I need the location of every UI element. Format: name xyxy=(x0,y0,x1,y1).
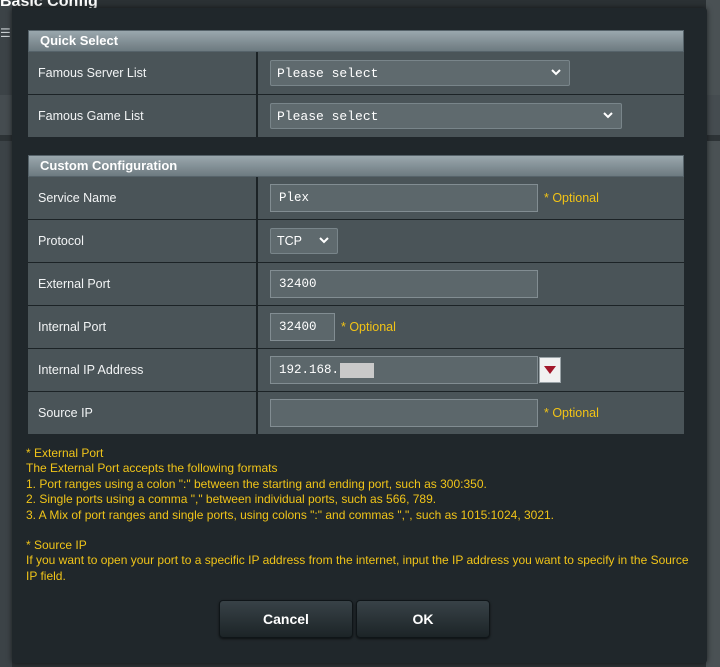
source-ip-note-title: * Source IP xyxy=(26,538,87,553)
internal-ip-input[interactable]: 192.168. xyxy=(270,356,538,384)
chevron-down-icon xyxy=(602,109,614,121)
internal-ip-row: Internal IP Address 192.168. xyxy=(28,349,684,392)
service-name-input[interactable]: Plex xyxy=(270,184,538,212)
chevron-down-icon xyxy=(550,66,562,78)
external-port-note-3: 3. A Mix of port ranges and single ports… xyxy=(26,507,555,522)
dropdown-arrow-icon xyxy=(544,366,556,374)
source-ip-input[interactable] xyxy=(270,399,538,427)
custom-configuration-section: Custom Configuration Service Name Plex *… xyxy=(28,155,684,434)
internal-port-row: Internal Port 32400 * Optional xyxy=(28,306,684,349)
help-notes: * External Port The External Port accept… xyxy=(26,446,696,584)
external-port-row: External Port 32400 xyxy=(28,263,684,306)
internal-ip-label: Internal IP Address xyxy=(28,349,258,391)
chevron-down-icon xyxy=(318,234,330,246)
redacted-ip-block xyxy=(340,362,375,378)
external-port-note-2: 2. Single ports using a comma "," betwee… xyxy=(26,492,437,507)
ok-button[interactable]: OK xyxy=(356,600,490,638)
external-port-note-intro: The External Port accepts the following … xyxy=(26,461,278,476)
external-port-input[interactable]: 32400 xyxy=(270,270,538,298)
source-ip-optional-hint: * Optional xyxy=(544,406,599,420)
port-forwarding-dialog: Quick Select Famous Server List Please s… xyxy=(12,8,707,663)
protocol-row: Protocol TCP xyxy=(28,220,684,263)
internal-port-optional-hint: * Optional xyxy=(341,320,396,334)
internal-port-label: Internal Port xyxy=(28,306,258,348)
service-name-optional-hint: * Optional xyxy=(544,191,599,205)
source-ip-label: Source IP xyxy=(28,392,258,434)
famous-server-row: Famous Server List Please select xyxy=(28,52,684,95)
source-ip-note-text: If you want to open your port to a speci… xyxy=(26,553,689,583)
quick-select-header: Quick Select xyxy=(28,30,684,52)
custom-configuration-header: Custom Configuration xyxy=(28,155,684,177)
external-port-note-1: 1. Port ranges using a colon ":" between… xyxy=(26,476,487,491)
famous-game-row: Famous Game List Please select xyxy=(28,95,684,137)
menu-icon[interactable]: ☰ xyxy=(0,26,11,40)
famous-server-label: Famous Server List xyxy=(28,52,258,94)
quick-select-section: Quick Select Famous Server List Please s… xyxy=(28,30,684,137)
external-port-note-title: * External Port xyxy=(26,446,104,460)
cancel-button[interactable]: Cancel xyxy=(219,600,353,638)
famous-server-select[interactable]: Please select xyxy=(270,60,570,86)
protocol-label: Protocol xyxy=(28,220,258,262)
service-name-row: Service Name Plex * Optional xyxy=(28,177,684,220)
internal-port-input[interactable]: 32400 xyxy=(270,313,335,341)
famous-game-label: Famous Game List xyxy=(28,95,258,137)
famous-game-select[interactable]: Please select xyxy=(270,103,622,129)
external-port-label: External Port xyxy=(28,263,258,305)
service-name-label: Service Name xyxy=(28,177,258,219)
ip-dropdown-button[interactable] xyxy=(539,357,561,383)
protocol-select[interactable]: TCP xyxy=(270,228,338,254)
source-ip-row: Source IP * Optional xyxy=(28,392,684,434)
